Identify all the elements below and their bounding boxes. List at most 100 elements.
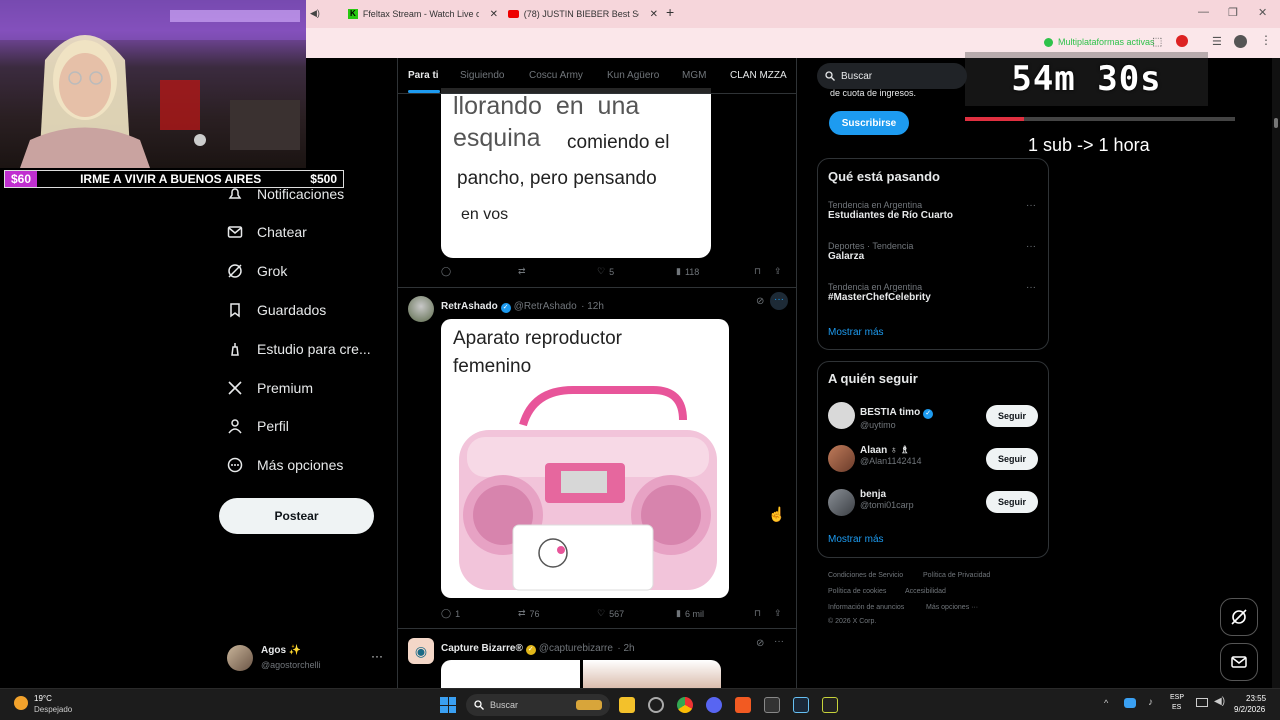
follow-button[interactable]: Seguir <box>986 491 1038 513</box>
lang-bottom[interactable]: ES <box>1172 704 1181 711</box>
account-more-icon[interactable]: ··· <box>371 649 383 663</box>
sidebar-item-grok[interactable]: Grok <box>227 259 287 283</box>
tray-app-icon[interactable] <box>1124 698 1136 708</box>
bookmark-tweet-button[interactable]: ⊓ <box>754 266 761 277</box>
follow-button[interactable]: Seguir <box>986 405 1038 427</box>
app-icon[interactable] <box>822 697 838 713</box>
footer-link-terms[interactable]: Condiciones de Servicio <box>828 572 903 579</box>
search-box[interactable]: Buscar <box>817 63 967 89</box>
clock-date[interactable]: 9/2/2026 <box>1234 705 1265 714</box>
steam-icon[interactable] <box>793 697 809 713</box>
follow-suggestion[interactable]: benja @tomi01carp <box>860 489 914 510</box>
avatar[interactable] <box>828 445 855 472</box>
scrollbar-thumb[interactable] <box>1274 118 1278 128</box>
trend-more-icon[interactable]: ··· <box>1026 241 1036 252</box>
kebab-menu-icon[interactable]: ⋮ <box>1260 33 1272 47</box>
footer-link-ads-info[interactable]: Información de anuncios <box>828 604 904 611</box>
tab-coscu-army[interactable]: Coscu Army <box>529 70 583 81</box>
clock-time[interactable]: 23:55 <box>1246 694 1266 703</box>
avatar[interactable] <box>408 296 434 322</box>
like-button[interactable]: ♡ 5 <box>597 266 614 277</box>
footer-link-privacy[interactable]: Política de Privacidad <box>923 572 990 579</box>
trend-item[interactable]: Tendencia en Argentina #MasterChefCelebr… <box>828 282 1038 303</box>
tweet-author-name[interactable]: RetrAshado <box>441 301 498 312</box>
sidebar-item-chat[interactable]: Chatear <box>227 220 307 244</box>
menu-lines-icon[interactable]: ☰ <box>1212 35 1222 48</box>
footer-link-more[interactable]: Más opciones ··· <box>926 604 978 611</box>
follow-suggestion[interactable]: BESTIA timo ✓ @uytimo <box>860 402 936 430</box>
trend-item[interactable]: Deportes · Tendencia Galarza <box>828 241 1038 262</box>
sidebar-item-premium[interactable]: Premium <box>227 376 313 400</box>
views-button[interactable]: ▮ 6 mil <box>676 608 704 619</box>
tweet-more-icon[interactable]: ··· <box>770 292 788 310</box>
sidebar-item-bookmarks[interactable]: Guardados <box>227 298 326 322</box>
reply-button[interactable]: ◯ 1 <box>441 608 460 619</box>
weather-desc[interactable]: Despejado <box>34 705 72 714</box>
browser-tab-kick[interactable]: K Ffeltax Stream - Watch Live on ✕ <box>348 4 498 24</box>
follow-suggestion[interactable]: Alaan ♁ ♗ @Alan1142414 <box>860 445 922 466</box>
sidebar-item-studio[interactable]: Estudio para cre... <box>227 337 371 361</box>
chrome-icon[interactable] <box>677 697 693 713</box>
footer-link-cookies[interactable]: Política de cookies <box>828 588 886 595</box>
file-explorer-icon[interactable] <box>619 697 635 713</box>
sidebar-item-more-options[interactable]: Más opciones <box>227 453 343 477</box>
minimize-icon[interactable]: — <box>1198 6 1209 18</box>
tab-clan-mzza[interactable]: CLAN MZZA <box>730 70 787 81</box>
search-input[interactable]: Buscar <box>841 71 872 82</box>
avatar[interactable]: ◉ <box>408 638 434 664</box>
follow-button[interactable]: Seguir <box>986 448 1038 470</box>
tab-kun-aguero[interactable]: Kun Agüero <box>607 70 659 81</box>
post-button[interactable]: Postear <box>219 498 374 534</box>
lang-top[interactable]: ESP <box>1170 694 1184 701</box>
share-button[interactable]: ⇪ <box>774 266 782 277</box>
browser-tab-youtube[interactable]: (78) JUSTIN BIEBER Best Songs ✕ <box>508 4 658 24</box>
windows-start-icon[interactable] <box>440 697 456 713</box>
retweet-button[interactable]: ⇄ 76 <box>518 608 540 619</box>
new-tab-button[interactable]: + <box>666 4 674 20</box>
tab-following[interactable]: Siguiendo <box>460 70 504 81</box>
taskbar-search[interactable]: Buscar <box>466 694 610 716</box>
obs-icon[interactable] <box>648 697 664 713</box>
timeline[interactable]: llorando en una esquina comiendo el panc… <box>397 58 797 688</box>
volume-icon[interactable]: ◀) <box>1214 696 1225 707</box>
discord-icon[interactable] <box>706 697 722 713</box>
trend-more-icon[interactable]: ··· <box>1026 282 1036 293</box>
tweet-time[interactable]: · 2h <box>617 643 634 654</box>
messages-float-button[interactable] <box>1220 643 1258 681</box>
brave-icon[interactable] <box>735 697 751 713</box>
tweet-time[interactable]: · 12h <box>581 301 604 312</box>
close-tab-icon[interactable]: ✕ <box>490 9 498 20</box>
tab-for-you[interactable]: Para ti <box>408 70 439 81</box>
close-tab-icon[interactable]: ✕ <box>650 9 658 20</box>
extension-icon[interactable]: ⬚ <box>1152 35 1162 48</box>
tab-mgm[interactable]: MGM <box>682 70 706 81</box>
sidebar-item-notifications[interactable]: Notificaciones <box>227 182 344 206</box>
avatar[interactable] <box>828 402 855 429</box>
tweet-author-handle[interactable]: @RetrAshado <box>514 301 577 312</box>
grok-icon[interactable]: ⊘ <box>756 638 764 649</box>
chevron-up-icon[interactable]: ^ <box>1104 698 1108 708</box>
grok-float-button[interactable] <box>1220 598 1258 636</box>
tweet-author-name[interactable]: Capture Bizarre® <box>441 643 523 654</box>
weather-temp[interactable]: 19°C <box>34 694 52 703</box>
tweet-image-left[interactable] <box>441 660 580 688</box>
grok-icon[interactable]: ⊘ <box>756 296 764 307</box>
sidebar-item-profile[interactable]: Perfil <box>227 414 289 438</box>
window-close-icon[interactable]: ✕ <box>1258 6 1267 19</box>
footer-link-accessibility[interactable]: Accesibilidad <box>905 588 946 595</box>
follow-show-more-link[interactable]: Mostrar más <box>828 534 884 545</box>
tweet-image-text-meme[interactable]: llorando en una esquina comiendo el panc… <box>441 88 711 258</box>
page-scrollbar[interactable] <box>1272 58 1280 688</box>
trends-show-more-link[interactable]: Mostrar más <box>828 327 884 338</box>
tweet-image-boombox[interactable]: Aparato reproductor femenino <box>441 319 729 598</box>
tweet-image-right[interactable] <box>583 660 721 688</box>
account-switcher[interactable]: Agos ✨ @agostorchelli ··· <box>227 644 397 674</box>
like-button[interactable]: ♡ 567 <box>597 608 624 619</box>
subscribe-button[interactable]: Suscribirse <box>829 111 909 135</box>
views-button[interactable]: ▮ 118 <box>676 266 699 277</box>
share-button[interactable]: ⇪ <box>774 608 782 619</box>
trend-more-icon[interactable]: ··· <box>1026 200 1036 211</box>
retweet-button[interactable]: ⇄ <box>518 266 526 277</box>
network-icon[interactable] <box>1196 698 1208 707</box>
microphone-icon[interactable]: ♪ <box>1148 697 1153 708</box>
